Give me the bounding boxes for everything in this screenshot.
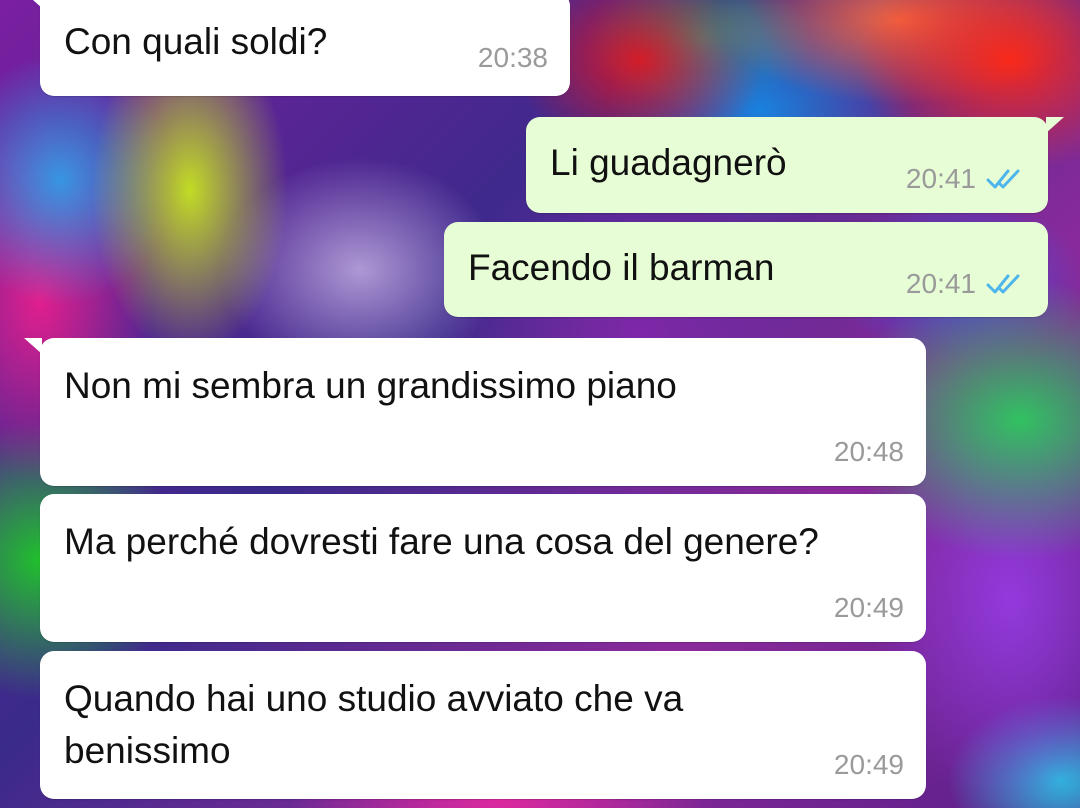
message-text: Li guadagnerò: [550, 142, 787, 183]
message-text: Non mi sembra un grandissimo piano: [64, 365, 677, 406]
message-timestamp: 20:38: [477, 42, 548, 73]
double-check-icon: [986, 169, 1020, 189]
message-timestamp: 20:48: [833, 436, 904, 467]
message-timestamp: 20:41: [905, 268, 976, 299]
message-meta: 20:48: [834, 436, 904, 468]
message-bubble-incoming[interactable]: Ma perché dovresti fare una cosa del gen…: [40, 494, 926, 642]
message-bubble-outgoing[interactable]: Li guadagnerò 20:41: [526, 117, 1064, 213]
message-bubble-incoming[interactable]: Quando hai uno studio avviato che va ben…: [40, 651, 926, 799]
message-bubble-outgoing[interactable]: Facendo il barman 20:41: [444, 222, 1048, 317]
message-text: Ma perché dovresti fare una cosa del gen…: [64, 521, 819, 562]
message-bubble-incoming[interactable]: Con quali soldi? 20:38: [24, 0, 570, 96]
message-timestamp: 20:41: [905, 163, 976, 194]
message-meta: 20:41: [906, 163, 1026, 195]
message-timestamp: 20:49: [833, 749, 904, 780]
message-meta: 20:49: [834, 592, 904, 624]
message-text: Quando hai uno studio avviato che va ben…: [64, 678, 694, 771]
message-bubble-incoming[interactable]: Non mi sembra un grandissimo piano 20:48: [24, 338, 926, 486]
message-meta: 20:49: [834, 749, 904, 781]
message-text: Facendo il barman: [468, 247, 775, 288]
message-timestamp: 20:49: [833, 592, 904, 623]
double-check-icon: [986, 274, 1020, 294]
message-text: Con quali soldi?: [64, 21, 328, 62]
message-meta: 20:38: [478, 42, 548, 74]
message-meta: 20:41: [906, 268, 1026, 300]
